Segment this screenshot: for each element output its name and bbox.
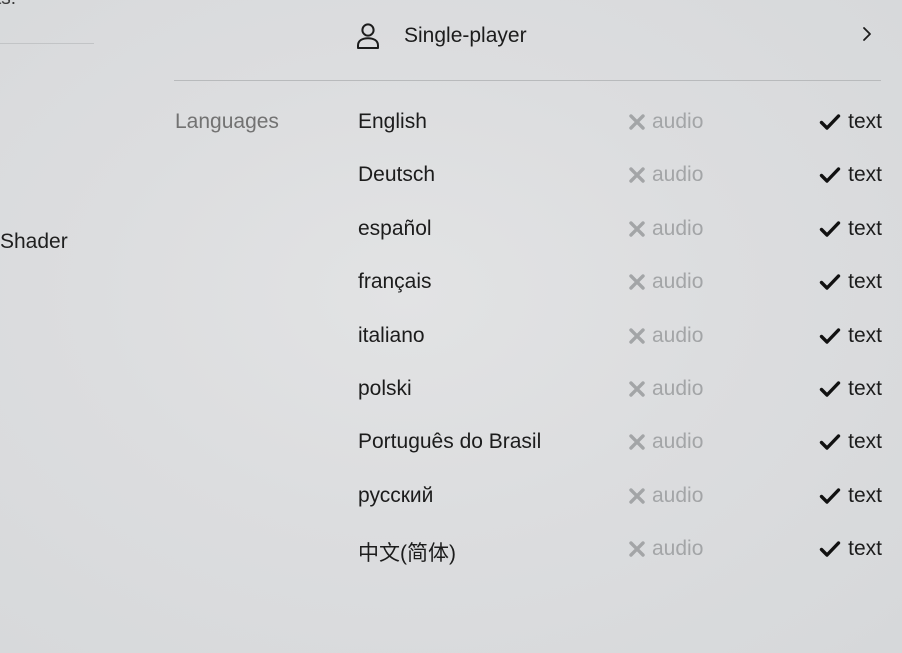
left-panel-divider: [0, 43, 94, 44]
check-icon: [819, 380, 841, 398]
audio-label: audio: [652, 430, 704, 454]
x-icon: [628, 540, 646, 558]
single-player-mode-row[interactable]: Single-player: [355, 18, 875, 54]
language-row: español audio text: [358, 204, 882, 257]
text-support: text: [819, 430, 882, 454]
x-icon: [628, 113, 646, 131]
x-icon: [628, 487, 646, 505]
left-panel: ts: Shader: [0, 0, 160, 653]
audio-support: audio: [628, 163, 703, 187]
audio-label: audio: [652, 163, 704, 187]
text-support: text: [819, 217, 882, 241]
text-label: text: [848, 163, 882, 187]
languages-list: English audio text Deutsch audio text es…: [358, 97, 882, 578]
text-label: text: [848, 216, 882, 240]
left-panel-shader-text: Shader: [0, 230, 68, 253]
languages-heading: Languages: [175, 110, 279, 133]
check-icon: [819, 166, 841, 184]
text-label: text: [848, 270, 882, 294]
text-support: text: [819, 324, 882, 348]
audio-label: audio: [652, 376, 704, 400]
language-row: polski audio text: [358, 364, 882, 417]
text-support: text: [819, 537, 882, 561]
left-panel-label: ts:: [0, 0, 16, 10]
audio-support: audio: [628, 537, 703, 561]
text-label: text: [848, 323, 882, 347]
x-icon: [628, 380, 646, 398]
audio-support: audio: [628, 110, 703, 134]
text-support: text: [819, 110, 882, 134]
single-player-label: Single-player: [404, 24, 527, 47]
language-name: français: [358, 270, 432, 294]
chevron-right-icon: [859, 22, 875, 46]
x-icon: [628, 166, 646, 184]
audio-label: audio: [652, 537, 704, 561]
audio-label: audio: [652, 216, 704, 240]
text-support: text: [819, 484, 882, 508]
text-label: text: [848, 430, 882, 454]
x-icon: [628, 433, 646, 451]
x-icon: [628, 327, 646, 345]
audio-label: audio: [652, 110, 704, 133]
audio-label: audio: [652, 323, 704, 347]
audio-support: audio: [628, 270, 703, 294]
audio-support: audio: [628, 324, 703, 348]
language-name: español: [358, 216, 432, 240]
audio-label: audio: [652, 483, 704, 507]
language-row: Deutsch audio text: [358, 150, 882, 203]
language-name: русский: [358, 483, 434, 507]
text-label: text: [848, 537, 882, 561]
check-icon: [819, 327, 841, 345]
text-support: text: [819, 377, 882, 401]
check-icon: [819, 220, 841, 238]
audio-label: audio: [652, 270, 704, 294]
audio-support: audio: [628, 430, 703, 454]
language-row: русский audio text: [358, 471, 882, 524]
user-icon: [355, 22, 381, 50]
text-support: text: [819, 163, 882, 187]
language-name: Português do Brasil: [358, 430, 542, 454]
audio-support: audio: [628, 484, 703, 508]
x-icon: [628, 220, 646, 238]
language-row: Português do Brasil audio text: [358, 417, 882, 470]
language-name: Deutsch: [358, 163, 436, 187]
audio-support: audio: [628, 217, 703, 241]
language-name: italiano: [358, 323, 425, 347]
check-icon: [819, 487, 841, 505]
language-name: English: [358, 110, 427, 133]
audio-support: audio: [628, 377, 703, 401]
language-row: italiano audio text: [358, 311, 882, 364]
x-icon: [628, 273, 646, 291]
text-label: text: [848, 376, 882, 400]
text-support: text: [819, 270, 882, 294]
section-divider: [174, 80, 881, 81]
language-name: 中文(简体): [358, 542, 456, 566]
language-name: polski: [358, 376, 412, 400]
text-label: text: [848, 110, 882, 133]
language-row: English audio text: [358, 97, 882, 150]
check-icon: [819, 113, 841, 131]
language-row: français audio text: [358, 257, 882, 310]
check-icon: [819, 540, 841, 558]
text-label: text: [848, 483, 882, 507]
language-row: 中文(简体) audio text: [358, 524, 882, 577]
check-icon: [819, 433, 841, 451]
check-icon: [819, 273, 841, 291]
